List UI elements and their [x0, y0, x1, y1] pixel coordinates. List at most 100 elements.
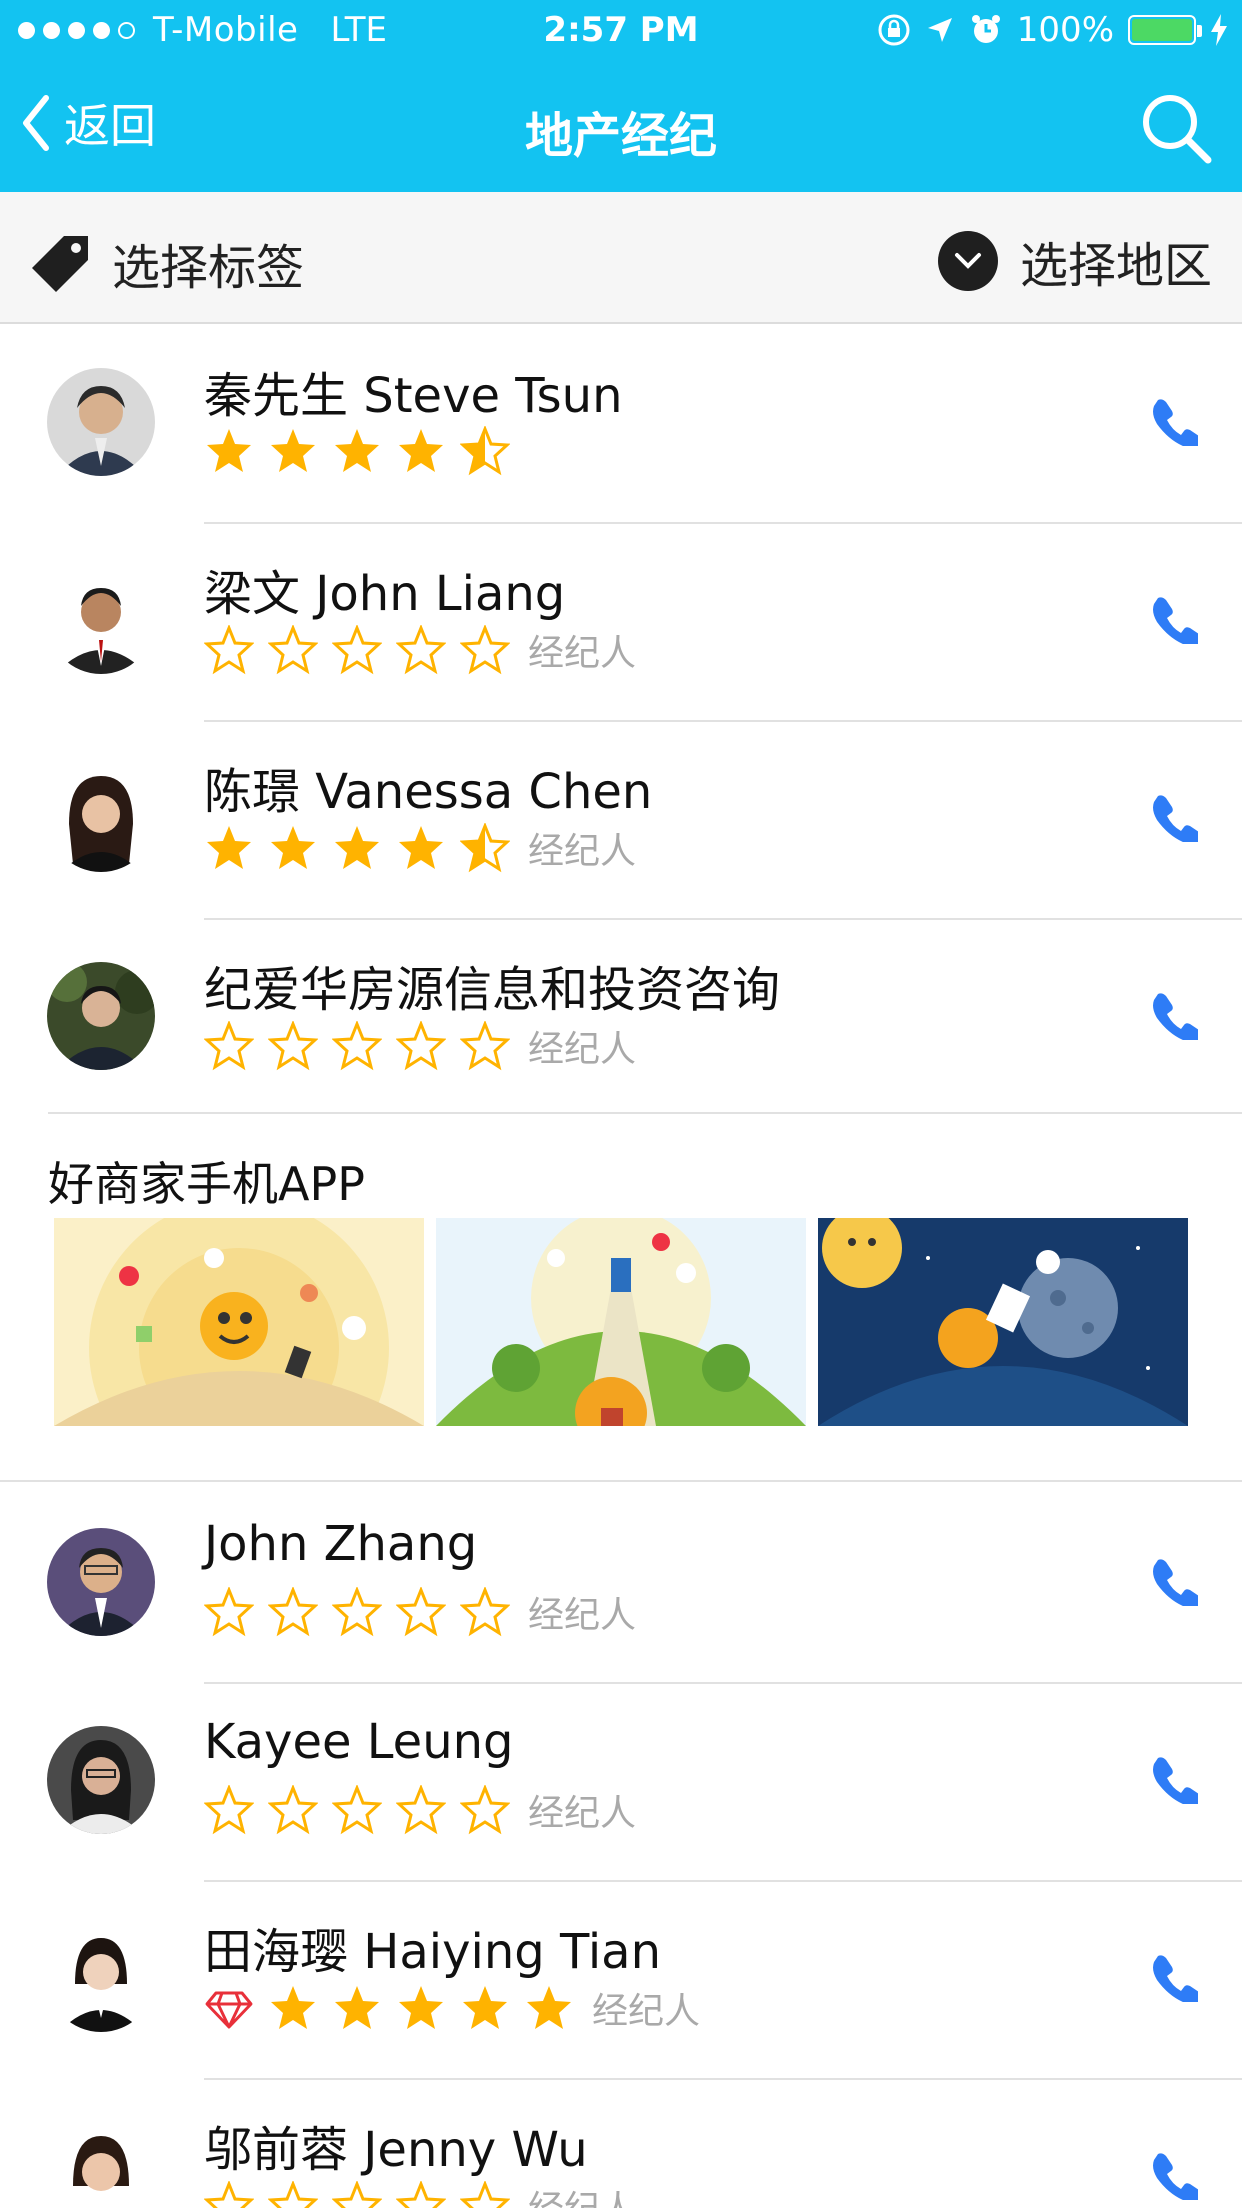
agent-name: 田海璎 Haiying Tian [204, 1924, 662, 1980]
star-full-icon [399, 1986, 443, 2029]
star-full-icon [271, 1986, 315, 2029]
diamond-icon [205, 1991, 253, 2029]
banner-image-1[interactable] [54, 1218, 424, 1426]
star-empty-icon [268, 1785, 318, 1835]
star-empty-icon [268, 1021, 318, 1071]
agent-name: 梁文 John Liang [204, 566, 566, 622]
avatar [47, 1924, 155, 2032]
agent-row[interactable]: 陈璟 Vanessa Chen 经纪人 [0, 722, 1242, 920]
star-full-icon [463, 1986, 507, 2029]
filter-bar: 选择标签 选择地区 [0, 192, 1242, 324]
phone-icon[interactable] [1148, 1556, 1198, 1606]
star-empty-icon [460, 2181, 510, 2208]
select-tag-button[interactable]: 选择标签 [30, 228, 304, 298]
star-empty-icon [332, 1785, 382, 1835]
star-full-icon [527, 1986, 571, 2029]
agent-row[interactable]: 纪爱华房源信息和投资咨询 经纪人 [0, 920, 1242, 1118]
star-empty-icon [332, 625, 382, 675]
agent-role: 经纪人 [528, 1595, 637, 1636]
star-empty-icon [204, 1587, 254, 1637]
select-tag-label: 选择标签 [112, 240, 305, 296]
star-empty-icon [396, 2181, 446, 2208]
agent-role: 经纪人 [528, 633, 637, 674]
chevron-down-icon [937, 231, 998, 291]
star-rating: 经纪人 [204, 1982, 700, 2034]
agent-row[interactable]: Kayee Leung 经纪人 [0, 1684, 1242, 1882]
location-arrow-icon [927, 18, 952, 42]
agent-name: 邬前蓉 Jenny Wu [204, 2122, 588, 2178]
star-rating: 经纪人 [204, 624, 636, 676]
star-rating: 经纪人 [204, 822, 636, 874]
star-empty-icon [268, 1587, 318, 1637]
agent-row[interactable]: John Zhang 经纪人 [0, 1486, 1242, 1684]
star-full-icon [271, 429, 315, 472]
agent-row[interactable]: 梁文 John Liang 经纪人 [0, 524, 1242, 722]
avatar [47, 1528, 155, 1636]
agent-row[interactable]: 田海璎 Haiying Tian 经纪人 [0, 1882, 1242, 2080]
agent-name: 陈璟 Vanessa Chen [204, 764, 653, 820]
avatar [47, 764, 155, 872]
star-empty-icon [396, 1587, 446, 1637]
status-right: 100% [877, 10, 1228, 50]
banner-image-3[interactable] [818, 1218, 1188, 1426]
star-full-icon [399, 826, 443, 869]
battery-icon [1128, 15, 1202, 45]
phone-icon[interactable] [1148, 990, 1198, 1040]
avatar [47, 368, 155, 476]
star-empty-icon [332, 1021, 382, 1071]
star-rating [204, 426, 524, 476]
star-empty-icon [204, 2181, 254, 2208]
agent-role: 经纪人 [528, 1793, 637, 1834]
star-full-icon [335, 1986, 379, 2029]
phone-icon[interactable] [1148, 396, 1198, 446]
banner-image-2[interactable] [436, 1218, 806, 1426]
star-empty-icon [460, 625, 510, 675]
star-full-icon [335, 826, 379, 869]
star-full-icon [207, 826, 251, 869]
phone-icon[interactable] [1148, 594, 1198, 644]
charging-bolt-icon [1211, 14, 1227, 46]
star-full-icon [399, 429, 443, 472]
agent-name: Kayee Leung [204, 1714, 514, 1770]
avatar [47, 566, 155, 674]
tag-icon [32, 236, 88, 292]
agent-row[interactable]: 邬前蓉 Jenny Wu 经纪人 [0, 2080, 1242, 2208]
agent-role: 经纪人 [528, 2180, 636, 2208]
star-rating: 经纪人 [204, 1586, 636, 1638]
rotation-lock-icon [878, 14, 910, 46]
select-region-button[interactable]: 选择地区 [937, 226, 1212, 296]
star-empty-icon [268, 625, 318, 675]
agent-name: John Zhang [204, 1516, 478, 1572]
star-empty-icon [204, 625, 254, 675]
avatar [47, 962, 155, 1070]
phone-icon[interactable] [1148, 2150, 1198, 2200]
star-full-icon [207, 429, 251, 472]
star-full-icon [271, 826, 315, 869]
star-empty-icon [460, 1587, 510, 1637]
app-banner[interactable]: 好商家手机APP [0, 1112, 1242, 1482]
phone-icon[interactable] [1148, 1952, 1198, 2002]
star-half-icon [460, 823, 510, 873]
agent-role: 经纪人 [592, 1991, 701, 2032]
agent-row[interactable]: 秦先生 Steve Tsun [0, 326, 1242, 524]
star-empty-icon [460, 1021, 510, 1071]
phone-icon[interactable] [1148, 792, 1198, 842]
phone-icon[interactable] [1148, 1754, 1198, 1804]
star-empty-icon [204, 1785, 254, 1835]
star-half-icon [460, 426, 510, 476]
star-full-icon [335, 429, 379, 472]
star-empty-icon [268, 2181, 318, 2208]
search-icon[interactable] [1138, 90, 1214, 166]
star-empty-icon [332, 2181, 382, 2208]
agent-name: 秦先生 Steve Tsun [204, 368, 623, 424]
agent-role: 经纪人 [528, 831, 637, 872]
star-rating: 经纪人 [204, 1020, 636, 1072]
agent-name: 纪爱华房源信息和投资咨询 [204, 962, 781, 1018]
star-empty-icon [460, 1785, 510, 1835]
star-empty-icon [332, 1587, 382, 1637]
star-empty-icon [396, 625, 446, 675]
star-empty-icon [396, 1021, 446, 1071]
avatar [47, 2122, 155, 2208]
top-bar: T-Mobile LTE 2:57 PM 100% 返回 地产经纪 [0, 0, 1242, 192]
star-rating: 经纪人 [204, 2180, 636, 2208]
